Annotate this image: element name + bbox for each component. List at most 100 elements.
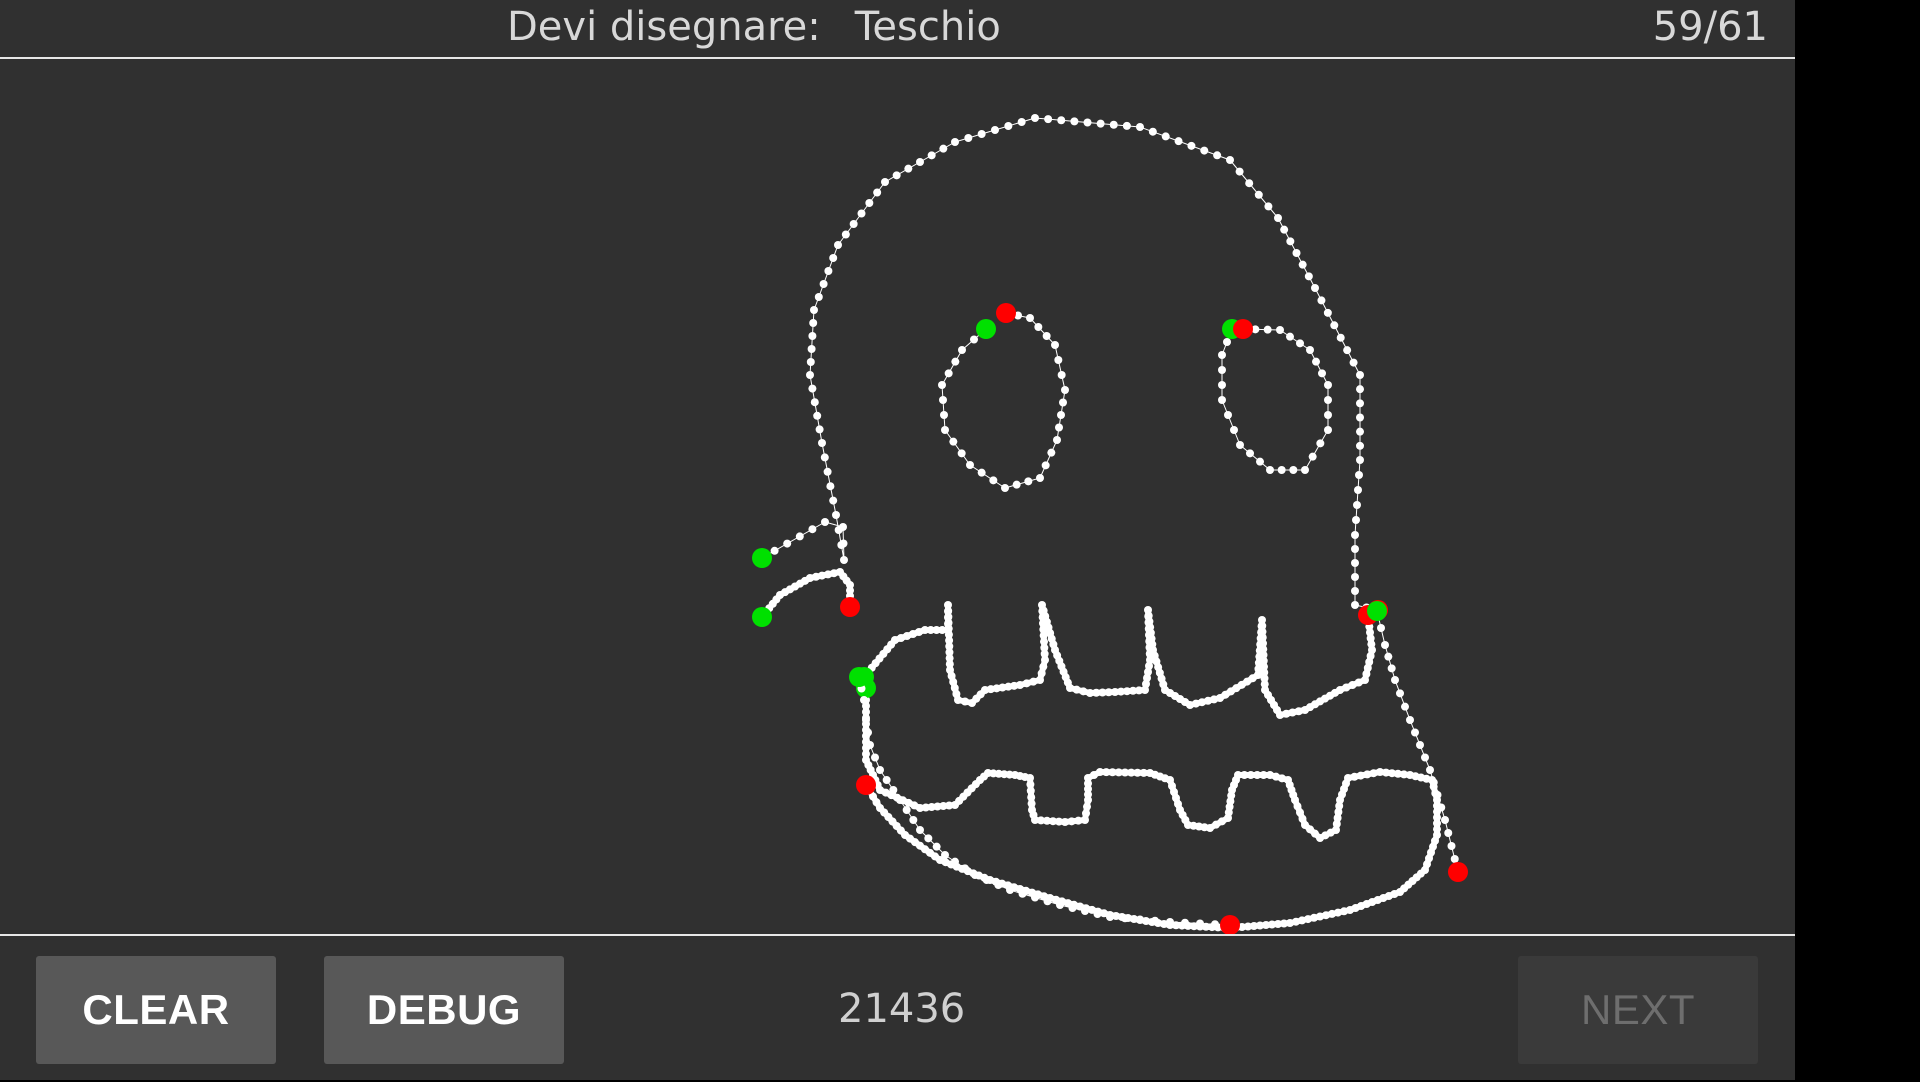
stroke-dot <box>1044 115 1053 124</box>
stroke-dot <box>1277 466 1286 474</box>
stroke-dot <box>1106 913 1114 921</box>
score-value: 21436 <box>838 986 966 1032</box>
stroke-dot <box>896 796 904 804</box>
skull-outline-stroke <box>761 117 1379 611</box>
stroke-dot <box>1083 118 1092 127</box>
stroke-dot <box>949 437 958 446</box>
stroke-dot <box>1351 531 1359 539</box>
stroke-dot <box>1235 167 1244 176</box>
stroke-dot <box>809 319 818 327</box>
stroke-dot <box>1181 918 1189 927</box>
stroke-dot <box>1223 338 1231 346</box>
stroke-dot <box>1349 358 1358 367</box>
stroke-dot <box>951 138 959 146</box>
stroke-dot <box>916 158 924 166</box>
stroke-dot <box>951 357 960 366</box>
stroke-dot <box>1387 664 1396 673</box>
stroke-dot <box>1061 386 1069 394</box>
stroke-dot <box>1057 116 1066 125</box>
stroke-dot <box>1263 325 1272 334</box>
stroke-dot <box>876 766 884 774</box>
stroke-dot <box>832 511 840 519</box>
stroke-dot <box>1211 920 1219 929</box>
stroke-dot <box>961 864 969 873</box>
stroke-dot <box>1318 369 1326 378</box>
stroke-end-dot <box>1448 862 1468 882</box>
stroke-dot <box>1323 308 1332 317</box>
stroke-dot <box>1450 855 1459 863</box>
stroke-dot <box>994 881 1003 889</box>
stroke-dot <box>1109 120 1118 129</box>
stroke-dot <box>806 358 815 366</box>
prompt-label: Devi disegnare: <box>507 4 821 50</box>
stroke-dot <box>1324 381 1332 389</box>
stroke-dot <box>770 546 779 555</box>
stroke-dot <box>823 467 832 476</box>
stroke-dot <box>1039 662 1048 671</box>
stroke-dot <box>1356 427 1364 436</box>
stroke-dot <box>1196 919 1204 928</box>
stroke-dot <box>1036 474 1044 482</box>
upper-teeth-stroke <box>861 602 1375 718</box>
stroke-dot <box>806 371 814 379</box>
stroke-dot <box>1224 411 1232 419</box>
stroke-dot <box>989 476 998 485</box>
stroke-dot <box>1356 413 1364 422</box>
stroke-dot <box>1034 323 1043 331</box>
stroke-dot <box>841 230 850 239</box>
stroke-dot <box>1200 146 1209 155</box>
stroke-dot <box>810 398 819 407</box>
stroke-dot <box>1351 559 1359 567</box>
drawing-canvas[interactable] <box>0 59 1795 934</box>
stroke-dot <box>1356 441 1364 450</box>
stroke-dot <box>1308 452 1317 461</box>
stroke-dot <box>958 346 966 354</box>
app-screen: Devi disegnare: Teschio 59/61 CLEAR DEBUG… <box>0 0 1795 1080</box>
stroke-end-dot <box>996 303 1016 323</box>
clear-button[interactable]: CLEAR <box>36 956 276 1064</box>
next-button[interactable]: NEXT <box>1518 956 1758 1064</box>
stroke-dot <box>1391 676 1399 684</box>
stroke-dot <box>1298 260 1307 269</box>
stroke-dot <box>1351 573 1359 581</box>
stroke-dot <box>1296 339 1304 348</box>
stroke-dot <box>1022 679 1031 688</box>
stroke-dot <box>982 876 991 884</box>
stroke-dot <box>1218 381 1226 389</box>
stroke-dot <box>1148 127 1157 136</box>
stroke-dot <box>1136 915 1144 924</box>
stroke-dot <box>927 151 936 160</box>
debug-button[interactable]: DEBUG <box>324 956 564 1064</box>
stroke-dot <box>1437 803 1446 812</box>
stroke-dot <box>881 178 889 186</box>
stroke-dot <box>818 439 826 447</box>
stroke-dot <box>807 345 816 353</box>
stroke-dot <box>1416 741 1424 749</box>
stroke-dot <box>1236 441 1244 449</box>
stroke-dot <box>1411 728 1419 737</box>
stroke-dot <box>1356 456 1364 464</box>
stroke-dot <box>1254 190 1263 199</box>
stroke-dot <box>1081 907 1089 915</box>
stroke-dot <box>1354 486 1362 494</box>
stroke-dot <box>1384 652 1393 661</box>
stroke-dot <box>819 280 828 288</box>
stroke-dot <box>1316 439 1325 448</box>
stroke-dot <box>1286 332 1294 341</box>
stroke-dot <box>991 126 999 134</box>
stroke-dot <box>834 241 842 249</box>
stroke-dot <box>944 369 953 378</box>
stroke-dot <box>1264 202 1273 211</box>
stroke-dot <box>1031 893 1039 902</box>
stroke-dot <box>916 826 924 834</box>
stroke-dot <box>1245 179 1254 188</box>
stroke-dot <box>1246 449 1254 458</box>
stroke-dot <box>1230 426 1238 434</box>
stroke-dot <box>882 776 891 784</box>
stroke-dot <box>865 199 874 207</box>
stroke-dot <box>1122 121 1131 130</box>
stroke-dot <box>815 425 824 434</box>
stroke-dot <box>1057 411 1065 419</box>
stroke-dot <box>1121 914 1129 923</box>
stroke-dot <box>857 209 866 218</box>
